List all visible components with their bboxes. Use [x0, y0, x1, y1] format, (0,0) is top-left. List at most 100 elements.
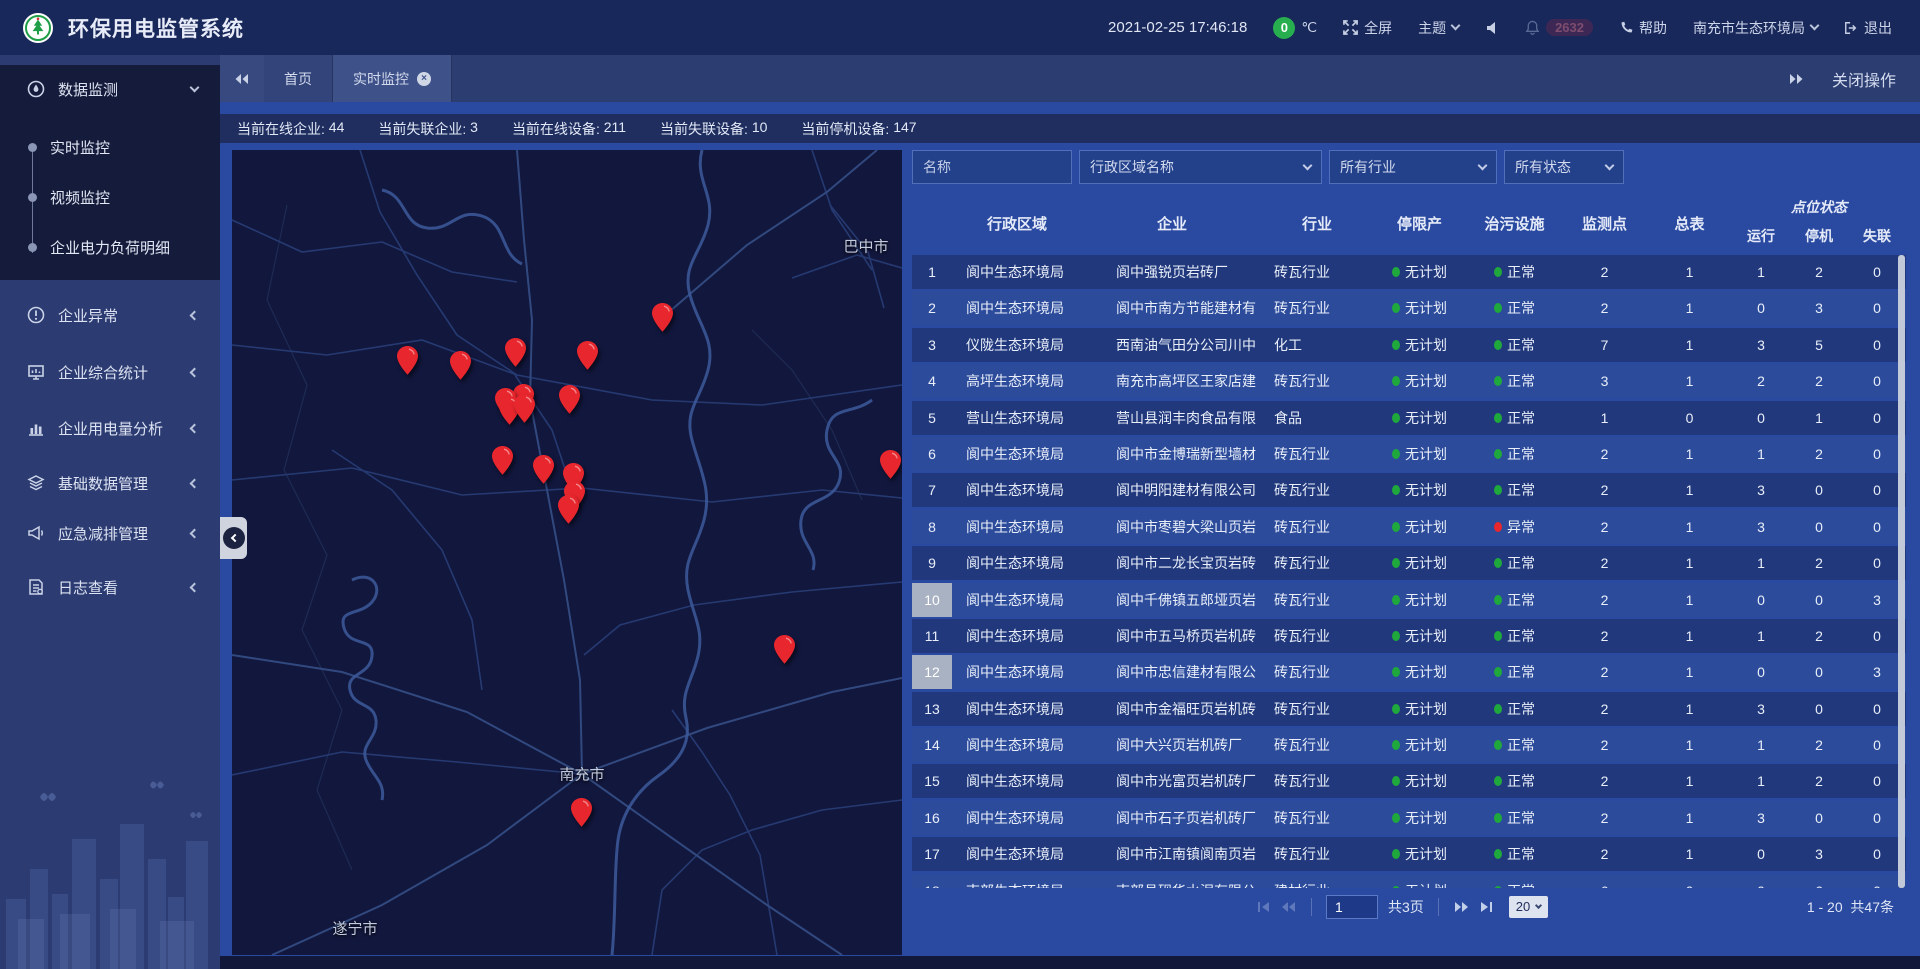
cell-facility-status: 正常: [1467, 255, 1562, 289]
submenu-item-power-load-detail[interactable]: 企业电力负荷明细: [50, 222, 170, 272]
status-dot: [1494, 522, 1502, 532]
help-button[interactable]: 帮助: [1619, 18, 1667, 38]
table-row[interactable]: 4高坪生态环境局南充市高坪区王家店建砖瓦行业无计划正常31220: [912, 364, 1906, 398]
sidebar-collapse-toggle[interactable]: [220, 517, 247, 559]
menu-item-enterprise-statistics[interactable]: 企业综合统计: [0, 348, 220, 396]
cell-running: 3: [1732, 692, 1790, 726]
map-panel[interactable]: 巴中市南充市遂宁市: [232, 150, 902, 955]
cell-industry: 砖瓦行业: [1262, 728, 1372, 762]
cell-facility-status: 正常: [1467, 328, 1562, 362]
double-right-arrow-icon[interactable]: [1788, 73, 1804, 85]
cell-running: 0: [1732, 401, 1790, 435]
map-pin[interactable]: [491, 445, 514, 476]
menu-item-data-monitoring[interactable]: 数据监测: [0, 65, 220, 113]
bar-chart-icon: [27, 419, 45, 437]
table-row[interactable]: 17阆中生态环境局阆中市江南镇阆南页岩砖瓦行业无计划正常21030: [912, 837, 1906, 871]
prev-page-button[interactable]: [1281, 901, 1297, 913]
last-page-button[interactable]: [1479, 901, 1493, 913]
menu-item-emergency-reduction[interactable]: 应急减排管理: [0, 509, 220, 557]
name-filter-input[interactable]: [912, 150, 1072, 184]
theme-dropdown[interactable]: 主题: [1418, 18, 1459, 38]
tabs-scroll-left-button[interactable]: [220, 55, 264, 102]
menu-item-power-usage-analysis[interactable]: 企业用电量分析: [0, 404, 220, 452]
first-page-button[interactable]: [1257, 901, 1271, 913]
cell-production-status: 无计划: [1372, 764, 1467, 798]
submenu-item-video-monitor[interactable]: 视频监控: [50, 172, 110, 222]
map-pin[interactable]: [558, 384, 581, 415]
map-pin[interactable]: [449, 350, 472, 381]
table-rows: 1阆中生态环境局阆中强锐页岩砖厂砖瓦行业无计划正常211202阆中生态环境局阆中…: [912, 255, 1906, 955]
industry-filter-select[interactable]: 所有行业: [1329, 150, 1497, 184]
notification-indicator[interactable]: 2632: [1525, 19, 1593, 36]
table-row[interactable]: 11阆中生态环境局阆中市五马桥页岩机砖砖瓦行业无计划正常21120: [912, 619, 1906, 653]
tab-close-icon[interactable]: ×: [417, 72, 431, 86]
page-number-input[interactable]: [1326, 895, 1378, 919]
map-pin[interactable]: [504, 337, 527, 368]
user-org-label: 南充市生态环境局: [1693, 18, 1805, 38]
map-pin[interactable]: [651, 302, 674, 333]
map-pin[interactable]: [396, 345, 419, 376]
table-row[interactable]: 8阆中生态环境局阆中市枣碧大梁山页岩砖瓦行业无计划异常21300: [912, 510, 1906, 544]
row-index: 13: [912, 692, 952, 726]
map-pin[interactable]: [879, 449, 902, 480]
page-size-select[interactable]: 20: [1509, 896, 1548, 918]
user-org-dropdown[interactable]: 南充市生态环境局: [1693, 18, 1818, 38]
table-row[interactable]: 3仪陇生态环境局西南油气田分公司川中化工无计划正常71350: [912, 328, 1906, 362]
map-pin[interactable]: [557, 494, 580, 525]
table-row[interactable]: 1阆中生态环境局阆中强锐页岩砖厂砖瓦行业无计划正常21120: [912, 255, 1906, 289]
next-page-icon: [1453, 901, 1469, 913]
cell-company: 阆中市南方节能建材有: [1082, 291, 1262, 325]
logout-button[interactable]: 退出: [1844, 18, 1892, 38]
map-pin[interactable]: [532, 454, 555, 485]
chevron-down-icon: [1451, 21, 1461, 31]
tab-home[interactable]: 首页: [264, 55, 333, 102]
table-row[interactable]: 6阆中生态环境局阆中市金博瑞新型墙材砖瓦行业无计划正常21120: [912, 437, 1906, 471]
table-row[interactable]: 2阆中生态环境局阆中市南方节能建材有砖瓦行业无计划正常21030: [912, 291, 1906, 325]
status-filter-select[interactable]: 所有状态: [1504, 150, 1624, 184]
table-scrollbar[interactable]: [1898, 255, 1905, 888]
region-filter-select[interactable]: 行政区域名称: [1079, 150, 1322, 184]
stats-bar: 当前在线企业44 当前失联企业3 当前在线设备211 当前失联设备10 当前停机…: [220, 114, 1920, 143]
map-pin[interactable]: [576, 340, 599, 371]
table-row[interactable]: 15阆中生态环境局阆中市光富页岩机砖厂砖瓦行业无计划正常21120: [912, 764, 1906, 798]
menu-item-log-view[interactable]: 日志查看: [0, 563, 220, 611]
menu-item-enterprise-abnormal[interactable]: 企业异常: [0, 291, 220, 339]
table-row[interactable]: 9阆中生态环境局阆中市二龙长宝页岩砖砖瓦行业无计划正常21120: [912, 546, 1906, 580]
cell-region: 阆中生态环境局: [952, 728, 1082, 762]
app-header: 环保用电监管系统 2021-02-25 17:46:18 0 ℃ 全屏 主题 2…: [0, 0, 1920, 55]
fullscreen-button[interactable]: 全屏: [1343, 18, 1392, 38]
table-row[interactable]: 12阆中生态环境局阆中市忠信建材有限公砖瓦行业无计划正常21003: [912, 655, 1906, 689]
tab-realtime-monitor[interactable]: 实时监控 ×: [333, 55, 452, 102]
cell-total-meters: 1: [1647, 764, 1732, 798]
cell-monitor-points: 2: [1562, 437, 1647, 471]
cell-monitor-points: 2: [1562, 837, 1647, 871]
next-page-button[interactable]: [1453, 901, 1469, 913]
alert-circle-icon: [27, 306, 45, 324]
table-row[interactable]: 5营山生态环境局营山县润丰肉食品有限食品无计划正常10010: [912, 401, 1906, 435]
tab-bar: 首页 实时监控 × 关闭操作: [220, 55, 1920, 102]
menu-label-enterprise-abnormal: 企业异常: [58, 305, 118, 326]
table-row[interactable]: 7阆中生态环境局阆中明阳建材有限公司砖瓦行业无计划正常21300: [912, 473, 1906, 507]
cell-total-meters: 1: [1647, 728, 1732, 762]
submenu-item-realtime-monitor[interactable]: 实时监控: [50, 122, 110, 172]
cell-region: 阆中生态环境局: [952, 291, 1082, 325]
close-operations-button[interactable]: 关闭操作: [1832, 67, 1896, 91]
menu-item-base-data-management[interactable]: 基础数据管理: [0, 459, 220, 507]
map-pin[interactable]: [513, 393, 536, 424]
mute-button[interactable]: [1485, 21, 1499, 35]
cell-monitor-points: 2: [1562, 764, 1647, 798]
map-pin[interactable]: [570, 797, 593, 828]
row-index: 14: [912, 728, 952, 762]
column-production-limit: 停限产: [1372, 192, 1467, 254]
table-row[interactable]: 10阆中生态环境局阆中千佛镇五郎垭页岩砖瓦行业无计划正常21003: [912, 583, 1906, 617]
table-row[interactable]: 13阆中生态环境局阆中市金福旺页岩机砖砖瓦行业无计划正常21300: [912, 692, 1906, 726]
cell-facility-status: 正常: [1467, 764, 1562, 798]
table-row[interactable]: 14阆中生态环境局阆中大兴页岩机砖厂砖瓦行业无计划正常21120: [912, 728, 1906, 762]
cell-stopped: 3: [1790, 837, 1848, 871]
cell-monitor-points: 2: [1562, 801, 1647, 835]
cell-total-meters: 1: [1647, 655, 1732, 689]
map-pin[interactable]: [773, 634, 796, 665]
chevron-left-icon: [190, 423, 200, 433]
table-row[interactable]: 16阆中生态环境局阆中市石子页岩机砖厂砖瓦行业无计划正常21300: [912, 801, 1906, 835]
record-range-label: 1 - 20 共47条: [1807, 897, 1894, 917]
